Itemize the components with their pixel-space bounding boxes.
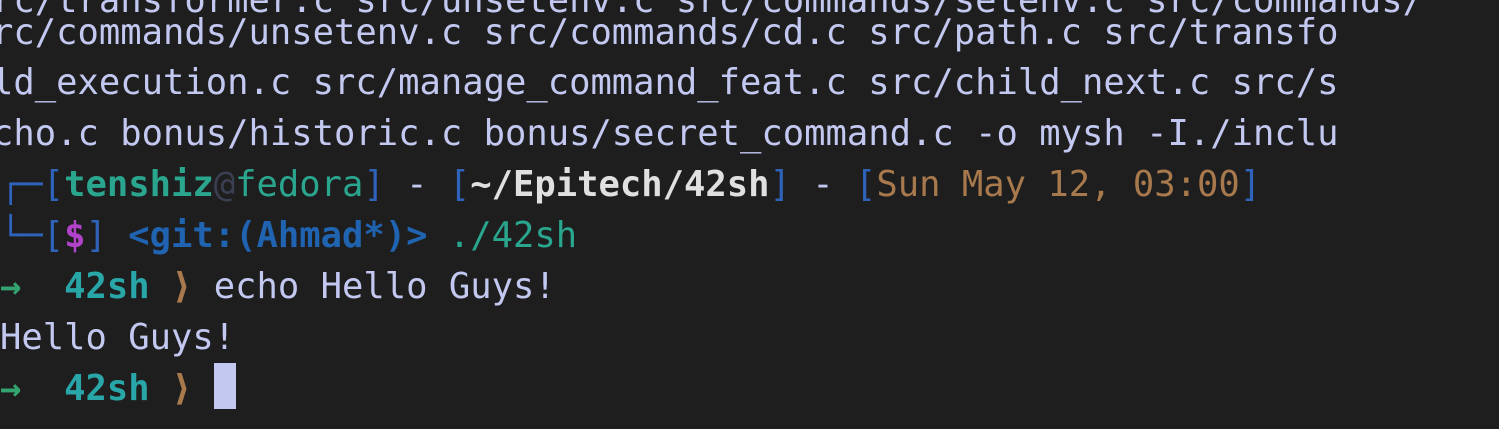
prompt-separator: - [384, 164, 449, 205]
prompt-frame-top: ┌─ [0, 164, 43, 205]
prompt-frame-bottom: └─ [0, 215, 43, 256]
text-cursor[interactable] [213, 363, 236, 409]
bracket-open: [ [854, 164, 877, 205]
prompt-line-bottom: └─[$] <git:(Ahmad*)> ./42sh [0, 210, 577, 261]
arrow-right-icon: → [0, 368, 22, 409]
shell-name: 42sh [64, 266, 150, 307]
shell-prompt-line: → 42sh ⟩ echo Hello Guys! [0, 261, 556, 312]
prompt-at: @ [213, 164, 236, 205]
chevron-right-icon: ⟩ [171, 266, 193, 307]
prompt-user: tenshiz [64, 164, 214, 205]
terminal-window[interactable]: rc/transformer.c src/unsetenv.c src/comm… [0, 0, 1499, 429]
bracket-close: ] [363, 164, 385, 205]
prompt-line-top: ┌─[tenshiz@fedora] - [~/Epitech/42sh] - … [0, 159, 1261, 210]
output-line: rc/commands/unsetenv.c src/commands/cd.c… [0, 12, 1339, 53]
bracket-close: ] [85, 215, 107, 256]
arrow-right-icon: → [0, 266, 22, 307]
command-output: Hello Guys! [0, 317, 236, 358]
bracket-open: [ [42, 164, 65, 205]
output-line: cho.c bonus/historic.c bonus/secret_comm… [0, 113, 1339, 154]
prompt-dollar: $ [64, 215, 86, 256]
chevron-right-icon: ⟩ [171, 368, 193, 409]
typed-command: echo Hello Guys! [213, 266, 556, 307]
shell-name: 42sh [64, 368, 150, 409]
prompt-path: ~/Epitech/42sh [470, 164, 770, 205]
prompt-datetime: Sun May 12, 03:00 [876, 164, 1240, 205]
prompt-command: ./42sh [448, 215, 578, 256]
bracket-open: [ [448, 164, 471, 205]
output-line: ld_execution.c src/manage_command_feat.c… [0, 62, 1339, 103]
shell-input-line[interactable]: → 42sh ⟩ [0, 363, 236, 414]
prompt-separator: - [790, 164, 855, 205]
prompt-git-branch: <git:(Ahmad*)> [128, 215, 428, 256]
bracket-close: ] [769, 164, 791, 205]
bracket-open: [ [42, 215, 65, 256]
prompt-host: fedora [235, 164, 364, 205]
bracket-close: ] [1239, 164, 1262, 205]
